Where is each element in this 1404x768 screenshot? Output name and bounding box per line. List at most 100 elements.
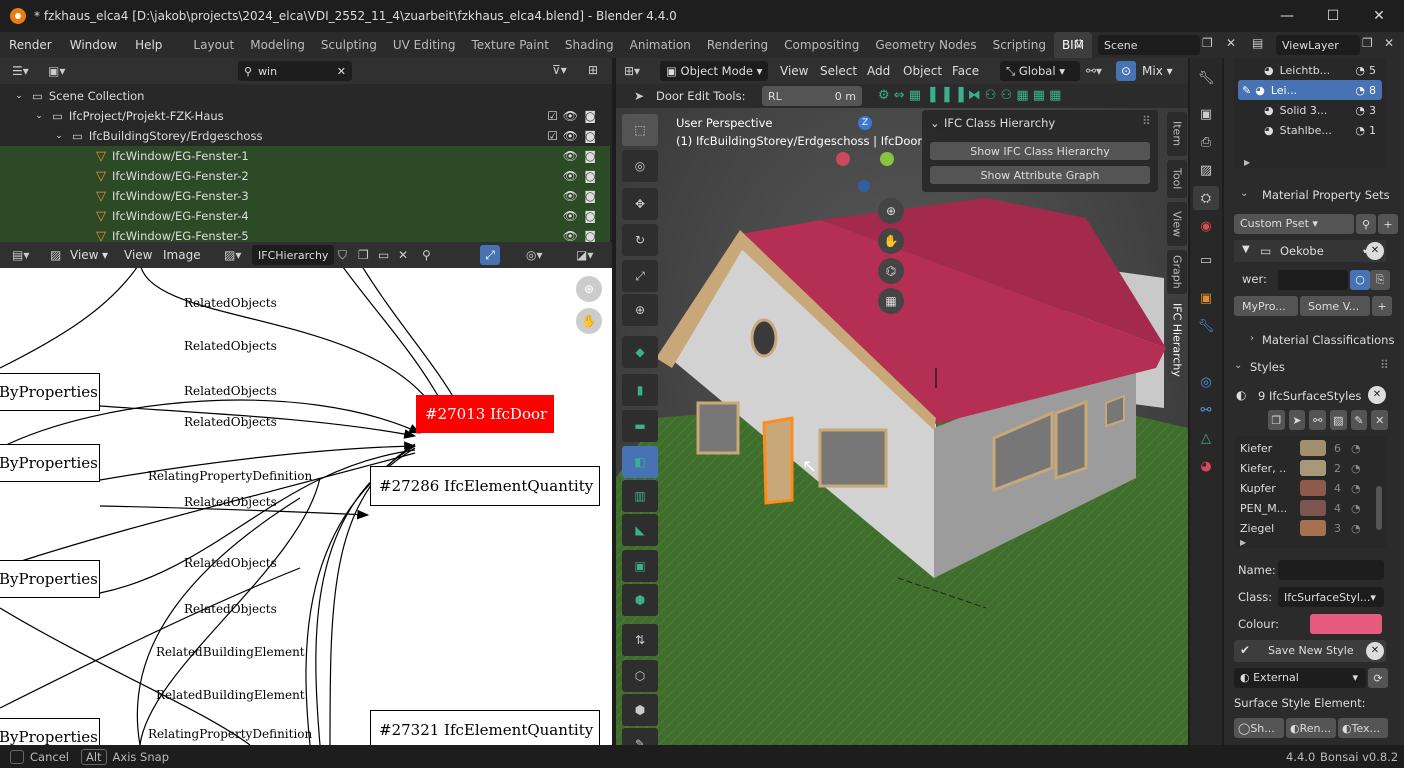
tab-tool[interactable]: Tool — [1167, 160, 1187, 198]
panel-chevron-icon[interactable]: ⌄ — [1240, 188, 1248, 199]
graph-node-byproperties-4[interactable]: ByProperties — [0, 718, 100, 745]
layer-row[interactable]: ✎ ◕ Lei... ◔ 8 — [1238, 80, 1382, 100]
door-tool-icon[interactable]: ◧ — [622, 446, 658, 478]
rotate-tool-icon[interactable]: ↻ — [622, 224, 658, 256]
view-layer-selector[interactable]: ViewLayer — [1276, 35, 1360, 55]
graph-node-ifcdoor[interactable]: #27013 IfcDoor — [416, 395, 554, 433]
delete-view-layer-icon[interactable]: ✕ — [1384, 36, 1394, 50]
outliner-row[interactable]: ⌄ ▭ Scene Collection — [0, 86, 610, 106]
grid-view-icon[interactable]: ▦ — [878, 288, 904, 314]
link-icon[interactable]: ⚯ — [1309, 410, 1327, 430]
fake-user-icon[interactable]: ⛉ — [338, 248, 347, 263]
tab-ifc-hierarchy[interactable]: IFC Hierarchy — [1167, 298, 1187, 382]
scrollbar[interactable] — [1376, 486, 1382, 530]
texture-button[interactable]: ◐ Tex... — [1338, 718, 1388, 738]
menu-select[interactable]: Select — [820, 64, 857, 78]
camera-icon[interactable]: ◙ — [584, 169, 596, 183]
view-mode-icon[interactable]: ▨ — [50, 248, 61, 262]
navigation-gizmo[interactable]: Z — [836, 116, 896, 196]
menu-view[interactable]: View — [124, 248, 152, 262]
editor-type-icon[interactable]: ☰▾ — [12, 64, 29, 78]
tab-shading[interactable]: Shading — [557, 32, 622, 58]
material-swatch[interactable] — [1300, 440, 1326, 456]
layer-row[interactable]: ◕ Solid 3... ◔ 3 — [1238, 100, 1382, 120]
mesh-tool-icon[interactable]: ⬢ — [622, 694, 658, 726]
some-value-button[interactable]: Some V... — [1300, 296, 1370, 316]
material-row[interactable]: Kupfer 4 ◔ — [1240, 478, 1370, 498]
outliner-row[interactable]: ⌄ ▭ IfcBuildingStorey/Erdgeschoss ☑ 👁︎ ◙ — [0, 126, 610, 146]
filter-icon[interactable]: ⊽▾ — [552, 63, 567, 77]
camera-icon[interactable]: ◙ — [584, 229, 596, 243]
show-attribute-graph-button[interactable]: Show Attribute Graph — [930, 166, 1150, 184]
edit-icon[interactable]: ✎ — [1350, 410, 1368, 430]
class-selector[interactable]: IfcSurfaceStyl... ▾ — [1278, 587, 1384, 607]
graph-node-byproperties-3[interactable]: ByProperties — [0, 560, 100, 598]
outliner-row[interactable]: ▽ IfcWindow/EG-Fenster-2 👁︎ ◙ — [0, 166, 610, 186]
snap-mode[interactable]: Mix ▾ — [1142, 64, 1173, 78]
camera-icon[interactable]: ◙ — [584, 149, 596, 163]
rendering-button[interactable]: ◐ Ren... — [1286, 718, 1336, 738]
ifc-hierarchy-graph[interactable]: ByProperties ByProperties ByProperties B… — [0, 268, 612, 745]
tab-layout[interactable]: Layout — [185, 32, 242, 58]
chevron-right-icon[interactable]: › — [1250, 333, 1254, 344]
output-tab-icon[interactable]: ⎙ — [1193, 130, 1219, 154]
panel-chevron-icon[interactable]: ⌄ — [930, 116, 940, 130]
editor-type-icon[interactable]: ▤▾ — [12, 248, 29, 262]
chevron-down-icon[interactable]: ⌄ — [52, 131, 66, 141]
menu-add[interactable]: Add — [867, 64, 890, 78]
editor-type-icon[interactable]: ⊞▾ — [624, 64, 640, 78]
scene-tab-icon[interactable]: ⛭ — [1193, 186, 1219, 210]
image-browse-icon[interactable]: ▨▾ — [224, 248, 241, 262]
render-tab-icon[interactable]: ▣ — [1193, 102, 1219, 126]
outliner-row[interactable]: ⌄ ▭ IfcProject/Projekt-FZK-Haus ☑ 👁︎ ◙ — [0, 106, 610, 126]
pin-icon[interactable]: ⚲ — [422, 248, 431, 262]
layer-row[interactable]: ◕ Stahlbe... ◔ 1 — [1238, 120, 1382, 140]
minimize-icon[interactable]: — — [1264, 0, 1310, 32]
tab-graph[interactable]: Graph — [1167, 250, 1187, 294]
material-swatch[interactable] — [1300, 480, 1326, 496]
checkbox-icon[interactable]: ☑ — [547, 109, 558, 123]
pipe-tool-icon[interactable]: ⬡ — [622, 660, 658, 692]
expand-icon[interactable]: ▶ — [1244, 158, 1250, 167]
duct-tool-icon[interactable]: ⇅ — [622, 624, 658, 656]
eye-icon[interactable]: 👁︎ — [563, 229, 578, 243]
camera-icon[interactable]: ⌬ — [878, 258, 904, 284]
zoom-icon[interactable]: ⊕ — [576, 276, 602, 302]
graph-node-element-quantity-1[interactable]: #27286 IfcElementQuantity — [370, 466, 600, 506]
search-icon[interactable]: ⚲ — [1356, 214, 1376, 234]
menu-image[interactable]: Image — [163, 248, 201, 262]
outliner-row[interactable]: ▽ IfcWindow/EG-Fenster-4 👁︎ ◙ — [0, 206, 610, 226]
toggle-icon[interactable]: ○ — [1350, 270, 1370, 290]
new-scene-icon[interactable]: ❐ — [1202, 36, 1213, 50]
material-row[interactable]: Ziegel 3 ◔ — [1240, 518, 1370, 538]
axis-y[interactable] — [880, 152, 894, 166]
duplicate-icon[interactable]: ❐ — [1268, 410, 1285, 430]
camera-icon[interactable]: ◙ — [584, 109, 596, 123]
axis-x[interactable] — [836, 152, 850, 166]
clear-search-icon[interactable]: ✕ — [337, 65, 346, 78]
delete-scene-icon[interactable]: ✕ — [1226, 36, 1236, 50]
menu-window[interactable]: Window — [61, 32, 126, 58]
graph-node-element-quantity-2[interactable]: #27321 IfcElementQuantity — [370, 710, 600, 745]
gizmo-toggle-icon[interactable]: ⤢ — [480, 245, 500, 265]
delete-icon[interactable]: ✕ — [1371, 410, 1389, 430]
show-ifc-class-hierarchy-button[interactable]: Show IFC Class Hierarchy — [930, 142, 1150, 160]
eye-icon[interactable]: 👁︎ — [563, 149, 578, 163]
stair-tool-icon[interactable]: ◣ — [622, 514, 658, 546]
pan-hand-icon[interactable]: ✋ — [878, 228, 904, 254]
menu-view[interactable]: View — [780, 64, 808, 78]
unlink-icon[interactable]: ✕ — [398, 248, 408, 262]
cursor-3d-icon[interactable]: ◎ — [622, 150, 658, 182]
tab-geometry-nodes[interactable]: Geometry Nodes — [867, 32, 984, 58]
colour-swatch[interactable] — [1310, 614, 1382, 634]
maximize-icon[interactable]: ☐ — [1310, 0, 1356, 32]
graph-node-byproperties-1[interactable]: ByProperties — [0, 373, 100, 411]
3d-viewport[interactable]: ⊞▾ ▣ Object Mode ▾ View Select Add Objec… — [616, 58, 1188, 745]
copy-icon[interactable]: ⎘ — [1370, 270, 1390, 290]
beam-tool-icon[interactable]: ⬢ — [622, 584, 658, 616]
chevron-down-icon[interactable]: ▼ — [1242, 244, 1250, 255]
chevron-down-icon[interactable]: ⌄ — [12, 91, 26, 101]
menu-face[interactable]: Face — [952, 64, 979, 78]
refresh-icon[interactable]: ⟳ — [1368, 668, 1388, 688]
modifier-tab-icon[interactable]: 🔧︎ — [1193, 314, 1219, 338]
